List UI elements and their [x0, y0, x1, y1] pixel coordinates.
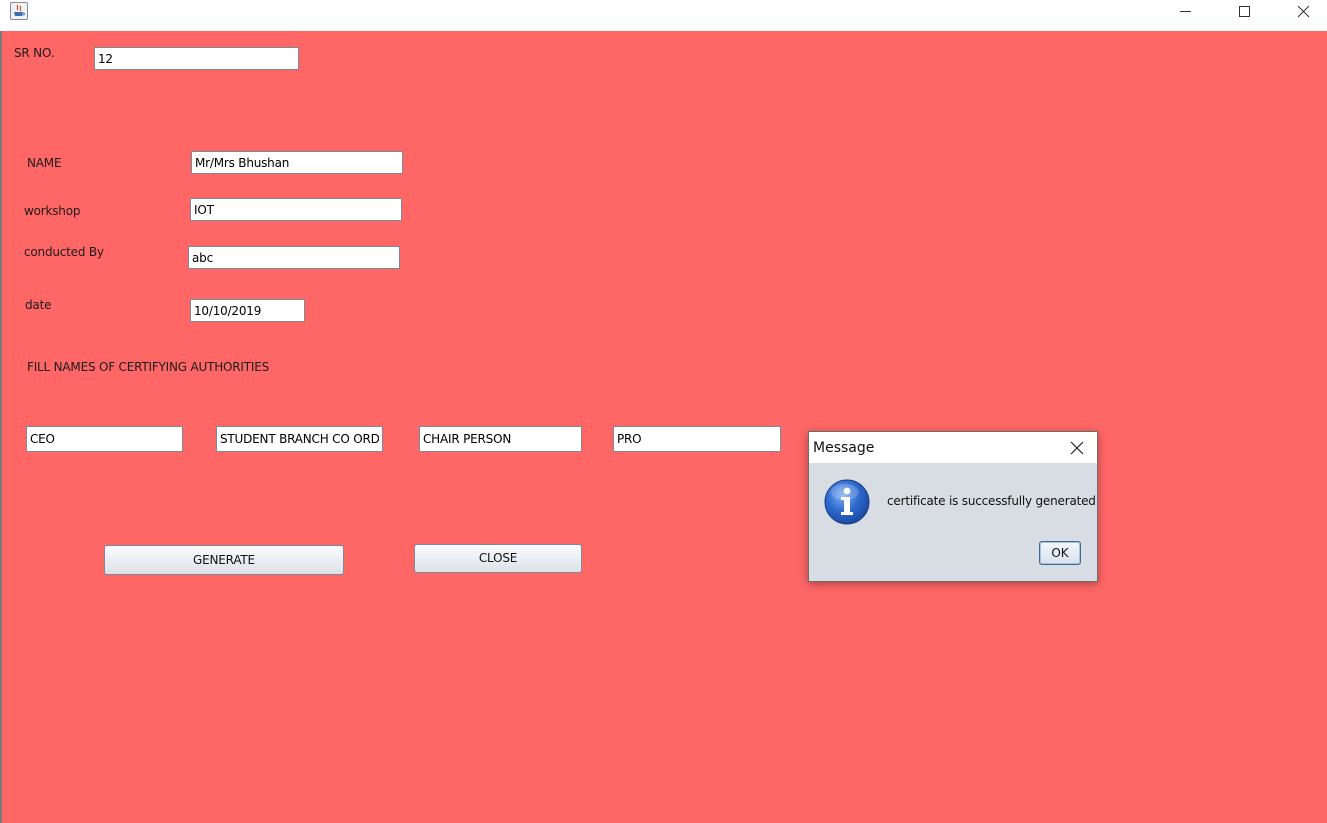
form-panel: SR NO. NAME workshop conducted By date F…: [2, 31, 1327, 823]
authority-chair-person-input[interactable]: [419, 426, 582, 452]
conducted-by-label: conducted By: [24, 245, 104, 259]
sr-no-label: SR NO.: [14, 46, 55, 60]
date-input[interactable]: [190, 299, 305, 322]
authority-student-branch-coordinator-input[interactable]: [216, 426, 383, 452]
generate-button[interactable]: GENERATE: [104, 545, 344, 575]
dialog-message: certificate is successfully generated: [887, 494, 1096, 508]
close-button[interactable]: [1281, 0, 1327, 25]
maximize-button[interactable]: [1222, 0, 1268, 25]
conducted-by-input[interactable]: [188, 246, 400, 269]
dialog-title: Message: [813, 440, 875, 456]
sr-no-input[interactable]: [94, 47, 299, 70]
workshop-input[interactable]: [190, 198, 402, 221]
name-input[interactable]: [191, 151, 403, 174]
dialog-close-button[interactable]: [1067, 438, 1087, 458]
info-icon: [824, 479, 870, 525]
minimize-button[interactable]: [1163, 0, 1209, 25]
close-form-button[interactable]: CLOSE: [414, 544, 582, 573]
authorities-heading: FILL NAMES OF CERTIFYING AUTHORITIES: [27, 360, 270, 374]
title-bar[interactable]: [0, 0, 1327, 31]
application-window: SR NO. NAME workshop conducted By date F…: [0, 0, 1327, 823]
name-label: NAME: [27, 156, 62, 170]
ok-button[interactable]: OK: [1039, 541, 1081, 565]
authority-pro-input[interactable]: [613, 426, 781, 452]
date-label: date: [25, 298, 52, 312]
message-dialog: Message certificate is successfully gene…: [808, 431, 1098, 582]
authority-ceo-input[interactable]: [26, 426, 183, 452]
dialog-title-bar[interactable]: Message: [809, 432, 1097, 463]
workshop-label: workshop: [24, 204, 81, 218]
java-app-icon[interactable]: [10, 2, 28, 20]
